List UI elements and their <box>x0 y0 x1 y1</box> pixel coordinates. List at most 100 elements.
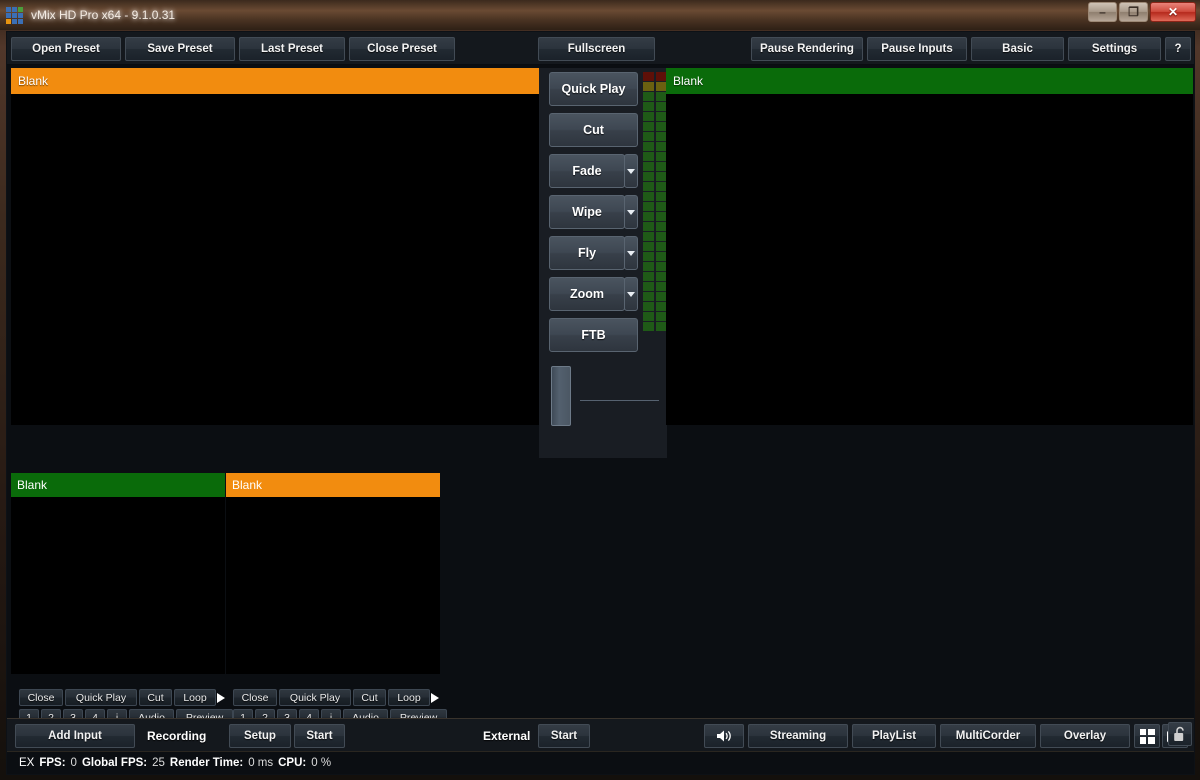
program-pane[interactable]: Blank <box>666 68 1193 425</box>
preview-title-bar: Blank <box>11 68 539 94</box>
meter-segment <box>643 312 654 321</box>
meter-segment <box>643 112 654 121</box>
quick-play-button[interactable]: Quick Play <box>549 72 638 106</box>
unlocked-padlock-icon <box>1174 726 1184 741</box>
wipe-dropdown-button[interactable] <box>624 195 638 229</box>
meter-segment <box>643 202 654 211</box>
chevron-down-icon <box>627 209 635 215</box>
close-preset-button[interactable]: Close Preset <box>349 37 455 61</box>
input-1-quick-play-button[interactable]: Quick Play <box>65 689 137 706</box>
meter-segment <box>643 162 654 171</box>
multiview-button[interactable] <box>1134 724 1160 748</box>
transition-column: Quick Play Cut Fade Wipe Fly Zoom FTB <box>539 68 667 458</box>
multicorder-button[interactable]: MultiCorder <box>940 724 1036 748</box>
program-video-area[interactable] <box>666 94 1193 425</box>
pause-rendering-button[interactable]: Pause Rendering <box>751 37 863 61</box>
open-preset-button[interactable]: Open Preset <box>11 37 121 61</box>
maximize-icon: ❐ <box>1128 5 1139 19</box>
close-button[interactable]: ✕ <box>1150 2 1196 22</box>
transition-tbar[interactable] <box>547 363 659 438</box>
audio-mixer-button[interactable] <box>704 724 744 748</box>
status-global-fps-value: 25 <box>152 757 165 769</box>
meter-segment <box>643 212 654 221</box>
basic-button[interactable]: Basic <box>971 37 1064 61</box>
input-1-cut-button[interactable]: Cut <box>139 689 172 706</box>
status-cpu-value: 0 % <box>311 757 332 769</box>
input-1-video[interactable] <box>11 497 225 674</box>
meter-segment <box>643 92 654 101</box>
speaker-icon <box>716 730 731 742</box>
input-thumbnail-2[interactable]: Blank <box>226 473 440 689</box>
input-1-close-button[interactable]: Close <box>19 689 63 706</box>
preview-input-name: Blank <box>18 74 49 88</box>
meter-segment <box>643 272 654 281</box>
meter-segment <box>643 82 654 91</box>
streaming-button[interactable]: Streaming <box>748 724 848 748</box>
input-2-quick-play-button[interactable]: Quick Play <box>279 689 351 706</box>
top-toolbar: Open Preset Save Preset Last Preset Clos… <box>7 32 1194 65</box>
help-button[interactable]: ? <box>1165 37 1191 61</box>
lock-button[interactable] <box>1168 722 1192 746</box>
meter-segment <box>643 322 654 331</box>
close-icon: ✕ <box>1167 5 1179 19</box>
meter-segment <box>643 182 654 191</box>
program-input-name: Blank <box>673 74 704 88</box>
minimize-icon: – <box>1099 5 1106 19</box>
minimize-button[interactable]: – <box>1088 2 1117 22</box>
playlist-button[interactable]: PlayList <box>852 724 936 748</box>
fade-button[interactable]: Fade <box>549 154 625 188</box>
input-2-video[interactable] <box>226 497 440 674</box>
preview-pane[interactable]: Blank <box>11 68 539 425</box>
fly-dropdown-button[interactable] <box>624 236 638 270</box>
meter-segment <box>643 142 654 151</box>
status-cpu-label: CPU: <box>278 757 307 769</box>
ftb-button[interactable]: FTB <box>549 318 638 352</box>
play-icon <box>430 692 439 703</box>
status-fps-value: 0 <box>70 757 77 769</box>
app-canvas: Open Preset Save Preset Last Preset Clos… <box>6 31 1195 775</box>
meter-segment <box>643 122 654 131</box>
pause-inputs-button[interactable]: Pause Inputs <box>867 37 967 61</box>
meter-segment <box>643 172 654 181</box>
audio-level-meter <box>643 72 667 331</box>
status-render-time-value: 0 ms <box>248 757 274 769</box>
input-1-title-bar: Blank <box>11 473 225 497</box>
add-input-button[interactable]: Add Input <box>15 724 135 748</box>
input-2-title-bar: Blank <box>226 473 440 497</box>
settings-button[interactable]: Settings <box>1068 37 1161 61</box>
status-bar: EX FPS: 0 Global FPS: 25 Render Time: 0 … <box>7 751 1194 774</box>
window-controls: – ❐ ✕ <box>1088 2 1196 22</box>
chevron-down-icon <box>627 250 635 256</box>
meter-segment <box>643 72 654 81</box>
maximize-button[interactable]: ❐ <box>1119 2 1148 22</box>
meter-segment <box>643 192 654 201</box>
last-preset-button[interactable]: Last Preset <box>239 37 345 61</box>
meter-segment <box>643 152 654 161</box>
meter-segment <box>643 242 654 251</box>
meter-segment <box>643 262 654 271</box>
input-2-play-button[interactable] <box>422 689 447 706</box>
status-global-fps-label: Global FPS: <box>81 757 148 769</box>
external-start-button[interactable]: Start <box>538 724 590 748</box>
fullscreen-button[interactable]: Fullscreen <box>538 37 655 61</box>
recording-setup-button[interactable]: Setup <box>229 724 291 748</box>
save-preset-button[interactable]: Save Preset <box>125 37 235 61</box>
zoom-button[interactable]: Zoom <box>549 277 625 311</box>
overlay-button[interactable]: Overlay <box>1040 724 1130 748</box>
input-thumbnail-1[interactable]: Blank <box>11 473 225 689</box>
input-2-close-button[interactable]: Close <box>233 689 277 706</box>
meter-segment <box>643 252 654 261</box>
zoom-dropdown-button[interactable] <box>624 277 638 311</box>
wipe-button[interactable]: Wipe <box>549 195 625 229</box>
cut-button[interactable]: Cut <box>549 113 638 147</box>
tbar-handle[interactable] <box>551 366 571 426</box>
input-2-cut-button[interactable]: Cut <box>353 689 386 706</box>
title-bar-left: vMix HD Pro x64 - 9.1.0.31 <box>0 6 175 24</box>
bottom-toolbar: Add Input Recording Setup Start External… <box>7 718 1194 751</box>
fade-dropdown-button[interactable] <box>624 154 638 188</box>
preview-video-area[interactable] <box>11 94 539 425</box>
recording-start-button[interactable]: Start <box>294 724 345 748</box>
status-fps-label: FPS: <box>39 757 66 769</box>
input-1-name: Blank <box>17 478 48 492</box>
fly-button[interactable]: Fly <box>549 236 625 270</box>
